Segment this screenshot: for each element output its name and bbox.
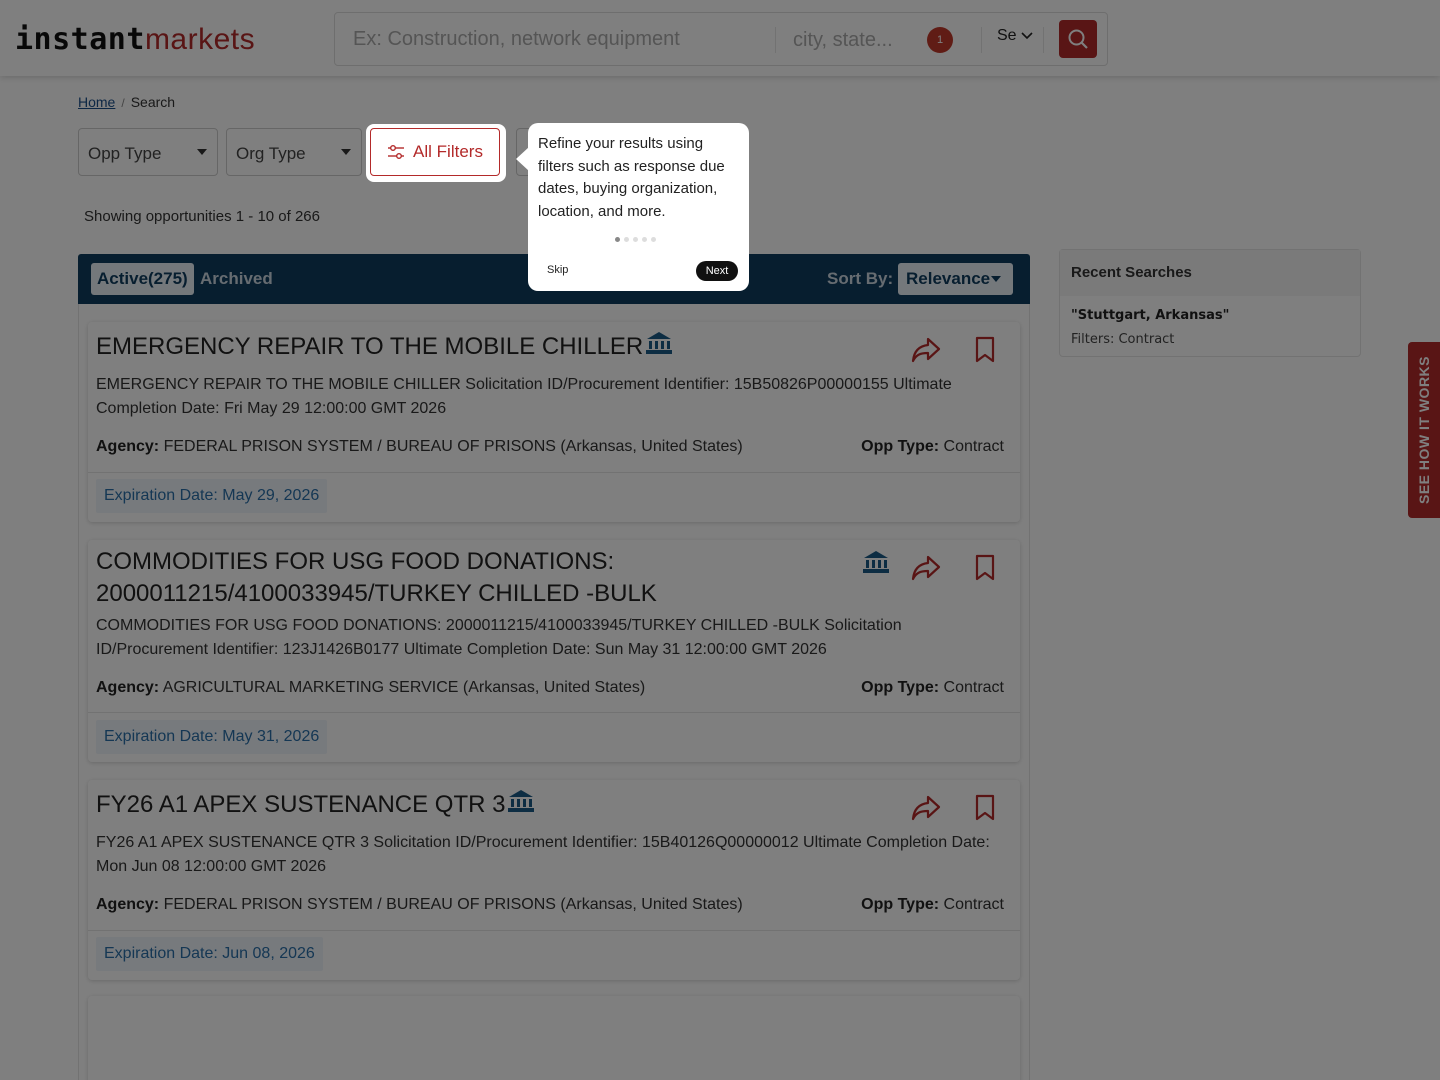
tooltip-text: Refine your results using filters such a… [538,135,725,220]
result-opp-type: Opp Type: Contract [861,438,1004,455]
result-agency: Agency: AGRICULTURAL MARKETING SERVICE (… [96,679,646,696]
recent-searches-heading: Recent Searches [1060,250,1360,296]
breadcrumb-home-link[interactable]: Home [78,94,115,110]
result-description: COMMODITIES FOR USG FOOD DONATIONS: 2000… [96,617,902,658]
government-building-icon [863,551,889,573]
expiration-date: Expiration Date: May 29, 2026 [96,479,328,513]
tour-highlight: All Filters [366,124,506,182]
logo[interactable]: instantmarkets [15,22,255,57]
location-count-badge: 1 [927,27,953,53]
breadcrumb: Home / Search [78,94,176,110]
next-button[interactable]: Next [696,261,738,281]
tab-archived[interactable]: Archived [200,269,273,289]
result-card [88,996,1020,1080]
caret-down-icon [197,149,207,155]
share-icon[interactable] [910,336,942,364]
share-icon[interactable] [910,554,942,582]
result-title[interactable]: EMERGENCY REPAIR TO THE MOBILE CHILLER [96,330,675,363]
search-type-label: Se [997,27,1017,44]
government-building-icon [508,790,535,812]
chevron-down-icon [1021,32,1033,39]
site-header: instantmarkets 1 Se [0,0,1440,76]
divider [1043,27,1044,53]
government-building-icon [646,332,673,354]
sort-select[interactable]: Relevance [898,263,1013,295]
bookmark-icon[interactable] [974,794,996,822]
tab-active[interactable]: Active(275) [91,263,194,295]
recent-searches-panel: Recent Searches "Stuttgart, Arkansas" Fi… [1059,249,1361,357]
caret-down-icon [341,149,351,155]
results-count: Showing opportunities 1 - 10 of 266 [84,208,320,225]
breadcrumb-current: Search [130,94,176,110]
search-bar: 1 Se [334,12,1108,66]
result-card: EMERGENCY REPAIR TO THE MOBILE CHILLER E… [88,322,1020,522]
result-opp-type: Opp Type: Contract [861,679,1004,696]
tour-tooltip: Refine your results using filters such a… [516,123,749,291]
share-icon[interactable] [910,794,942,822]
divider [981,27,982,53]
result-card: FY26 A1 APEX SUSTENANCE QTR 3 FY26 A1 AP… [88,780,1020,980]
location-input[interactable] [793,24,913,56]
bookmark-icon[interactable] [974,336,996,364]
search-icon [1068,29,1088,49]
keyword-search-input[interactable] [353,23,763,55]
org-type-dropdown[interactable]: Org Type [226,128,362,176]
caret-down-icon [991,276,1001,282]
recent-search-query[interactable]: "Stuttgart, Arkansas" [1071,308,1229,323]
tour-progress-dots [615,237,656,242]
recent-search-filters: Filters: Contract [1071,332,1175,347]
bookmark-icon[interactable] [974,554,996,582]
result-description: EMERGENCY REPAIR TO THE MOBILE CHILLER S… [96,376,952,417]
search-type-select[interactable]: Se [997,27,1033,45]
result-title[interactable]: FY26 A1 APEX SUSTENANCE QTR 3 [96,788,537,821]
all-filters-button[interactable]: All Filters [370,128,500,176]
divider [775,27,776,53]
expiration-date: Expiration Date: Jun 08, 2026 [96,937,323,971]
result-agency: Agency: FEDERAL PRISON SYSTEM / BUREAU O… [96,896,743,913]
result-description: FY26 A1 APEX SUSTENANCE QTR 3 Solicitati… [96,834,990,875]
result-card: COMMODITIES FOR USG FOOD DONATIONS: 2000… [88,540,1020,762]
result-agency: Agency: FEDERAL PRISON SYSTEM / BUREAU O… [96,438,743,455]
result-opp-type: Opp Type: Contract [861,896,1004,913]
see-how-it-works-tab[interactable]: SEE HOW IT WORKS [1408,342,1440,518]
sort-by-label: Sort By: [827,269,894,288]
skip-button[interactable]: Skip [547,264,568,276]
search-button[interactable] [1059,20,1097,58]
sliders-icon [388,145,405,159]
expiration-date: Expiration Date: May 31, 2026 [96,720,328,754]
result-title[interactable]: COMMODITIES FOR USG FOOD DONATIONS: 2000… [96,546,657,610]
opp-type-dropdown[interactable]: Opp Type [78,128,218,176]
